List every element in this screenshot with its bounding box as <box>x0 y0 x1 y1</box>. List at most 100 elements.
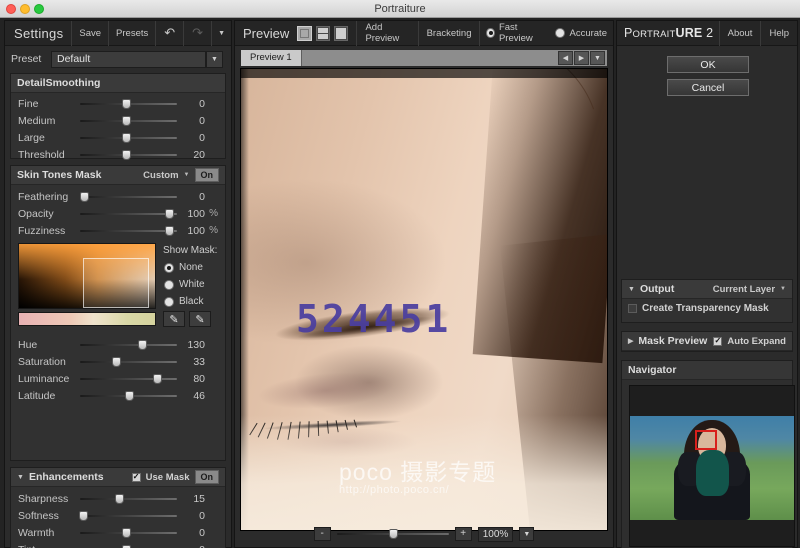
slider-knob[interactable] <box>124 391 134 401</box>
slider-row[interactable]: Hue 130 <box>11 336 225 353</box>
skin-tone-strip[interactable] <box>18 312 156 326</box>
skin-tone-color-picker[interactable] <box>18 243 156 309</box>
undo-icon[interactable]: ↶ <box>155 20 183 46</box>
slider-track[interactable] <box>80 115 177 126</box>
slider-row[interactable]: Warmth 0 <box>11 524 225 541</box>
transparency-mask-row[interactable]: Create Transparency Mask <box>622 299 792 318</box>
single-view-icon[interactable] <box>297 25 312 41</box>
slider-track[interactable] <box>80 527 177 538</box>
slider-row[interactable]: Luminance 80 <box>11 370 225 387</box>
about-button[interactable]: About <box>718 20 761 46</box>
slider-knob[interactable] <box>165 226 175 236</box>
slider-knob[interactable] <box>121 99 131 109</box>
slider-row[interactable]: Latitude 46 <box>11 387 225 404</box>
add-preview-button[interactable]: Add Preview <box>356 20 417 46</box>
help-button[interactable]: Help <box>760 20 797 46</box>
bracketing-button[interactable]: Bracketing <box>417 20 480 46</box>
output-target-value[interactable]: Current Layer <box>713 284 775 295</box>
ok-button[interactable]: OK <box>667 56 749 73</box>
slider-track[interactable] <box>78 510 177 521</box>
radio-icon[interactable] <box>555 28 566 38</box>
triangle-down-icon[interactable]: ▼ <box>17 474 24 481</box>
slider-row[interactable]: Sharpness 15 <box>11 490 225 507</box>
slider-knob[interactable] <box>79 192 89 202</box>
show-mask-option-white[interactable]: White <box>164 279 205 290</box>
slider-knob[interactable] <box>111 357 121 367</box>
slider-track[interactable] <box>80 339 177 350</box>
horizontal-split-view-icon[interactable] <box>315 25 331 41</box>
slider-knob[interactable] <box>138 340 148 350</box>
slider-track[interactable] <box>80 493 177 504</box>
zoom-in-button[interactable]: + <box>454 527 472 541</box>
slider-track[interactable] <box>80 208 177 219</box>
slider-row[interactable]: Feathering 0 <box>11 188 225 205</box>
chevron-down-icon[interactable]: ▼ <box>590 51 605 65</box>
slider-row[interactable]: Large 0 <box>11 129 225 146</box>
show-mask-option-none[interactable]: None <box>164 262 203 273</box>
preview-image-canvas[interactable]: 524451 poco 摄影专题 http://photo.poco.cn/ <box>240 68 608 531</box>
chevron-down-icon[interactable]: ▼ <box>780 286 786 292</box>
slider-row[interactable]: Opacity 100% <box>11 205 225 222</box>
slider-row[interactable]: Fuzziness 100% <box>11 222 225 239</box>
skin-tones-mask-header[interactable]: Skin Tones Mask Custom ▼ On <box>11 166 225 185</box>
slider-row[interactable]: Fine 0 <box>11 95 225 112</box>
zoom-level-value[interactable]: 100% <box>477 526 514 542</box>
slider-knob[interactable] <box>121 133 131 143</box>
mask-preview-header[interactable]: ▶ Mask Preview ✓ Auto Expand <box>622 332 792 351</box>
slider-track[interactable] <box>80 149 177 160</box>
navigator-thumbnail[interactable] <box>629 385 795 547</box>
zoom-out-button[interactable]: - <box>313 527 331 541</box>
skin-tones-mode-value[interactable]: Custom <box>143 170 178 181</box>
save-button[interactable]: Save <box>71 20 108 46</box>
slider-track[interactable] <box>79 191 177 202</box>
enhancements-header[interactable]: ▼ Enhancements ✓ Use Mask On <box>11 468 225 487</box>
presets-button[interactable]: Presets <box>108 20 155 46</box>
slider-row[interactable]: Tint 0 <box>11 541 225 548</box>
slider-knob[interactable] <box>121 528 131 538</box>
chevron-down-icon[interactable]: ▼ <box>206 50 223 68</box>
preview-tab-1[interactable]: Preview 1 <box>241 50 302 66</box>
radio-icon[interactable] <box>486 28 495 38</box>
show-mask-option-black[interactable]: Black <box>164 296 203 307</box>
cancel-button[interactable]: Cancel <box>667 79 749 96</box>
radio-icon[interactable] <box>164 279 174 290</box>
slider-knob[interactable] <box>152 374 162 384</box>
fast-preview-option[interactable]: Fast Preview <box>479 20 549 46</box>
slider-row[interactable]: Saturation 33 <box>11 353 225 370</box>
triangle-right-icon[interactable]: ▶ <box>628 337 633 345</box>
radio-icon[interactable] <box>164 262 174 273</box>
chevron-down-icon[interactable]: ▼ <box>519 527 535 541</box>
zoom-slider-track[interactable] <box>336 528 449 540</box>
redo-icon[interactable]: ↷ <box>183 20 211 46</box>
slider-knob[interactable] <box>121 116 131 126</box>
create-transparency-mask-checkbox[interactable] <box>628 304 637 313</box>
slider-track[interactable] <box>80 98 177 109</box>
chevron-down-icon[interactable]: ▼ <box>211 20 231 46</box>
zoom-slider-knob[interactable] <box>388 529 398 539</box>
color-selection-rect[interactable] <box>83 258 149 308</box>
slider-row[interactable]: Softness 0 <box>11 507 225 524</box>
slider-knob[interactable] <box>121 150 131 160</box>
slider-knob[interactable] <box>165 209 175 219</box>
enhancements-toggle[interactable]: On <box>194 470 219 484</box>
arrow-left-icon[interactable]: ◀ <box>558 51 573 65</box>
slider-track[interactable] <box>80 373 177 384</box>
slider-row[interactable]: Threshold 20 <box>11 146 225 163</box>
detail-smoothing-header[interactable]: DetailSmoothing <box>11 74 225 93</box>
output-header[interactable]: ▼ Output Current Layer ▼ <box>622 280 792 299</box>
slider-track[interactable] <box>80 132 177 143</box>
vertical-split-view-icon[interactable] <box>334 25 349 41</box>
accurate-option[interactable]: Accurate <box>549 28 613 39</box>
slider-row[interactable]: Medium 0 <box>11 112 225 129</box>
radio-icon[interactable] <box>164 296 174 307</box>
slider-knob[interactable] <box>78 511 88 521</box>
slider-track[interactable] <box>80 544 177 548</box>
slider-track[interactable] <box>80 356 177 367</box>
slider-track[interactable] <box>80 225 177 236</box>
arrow-right-icon[interactable]: ▶ <box>574 51 589 65</box>
preset-select[interactable]: Default ▼ <box>51 50 223 68</box>
navigator-viewport-marker[interactable] <box>695 430 717 450</box>
eyedropper-plus-icon[interactable]: ✎ <box>189 311 211 327</box>
triangle-down-icon[interactable]: ▼ <box>628 286 635 293</box>
chevron-down-icon[interactable]: ▼ <box>184 172 190 178</box>
